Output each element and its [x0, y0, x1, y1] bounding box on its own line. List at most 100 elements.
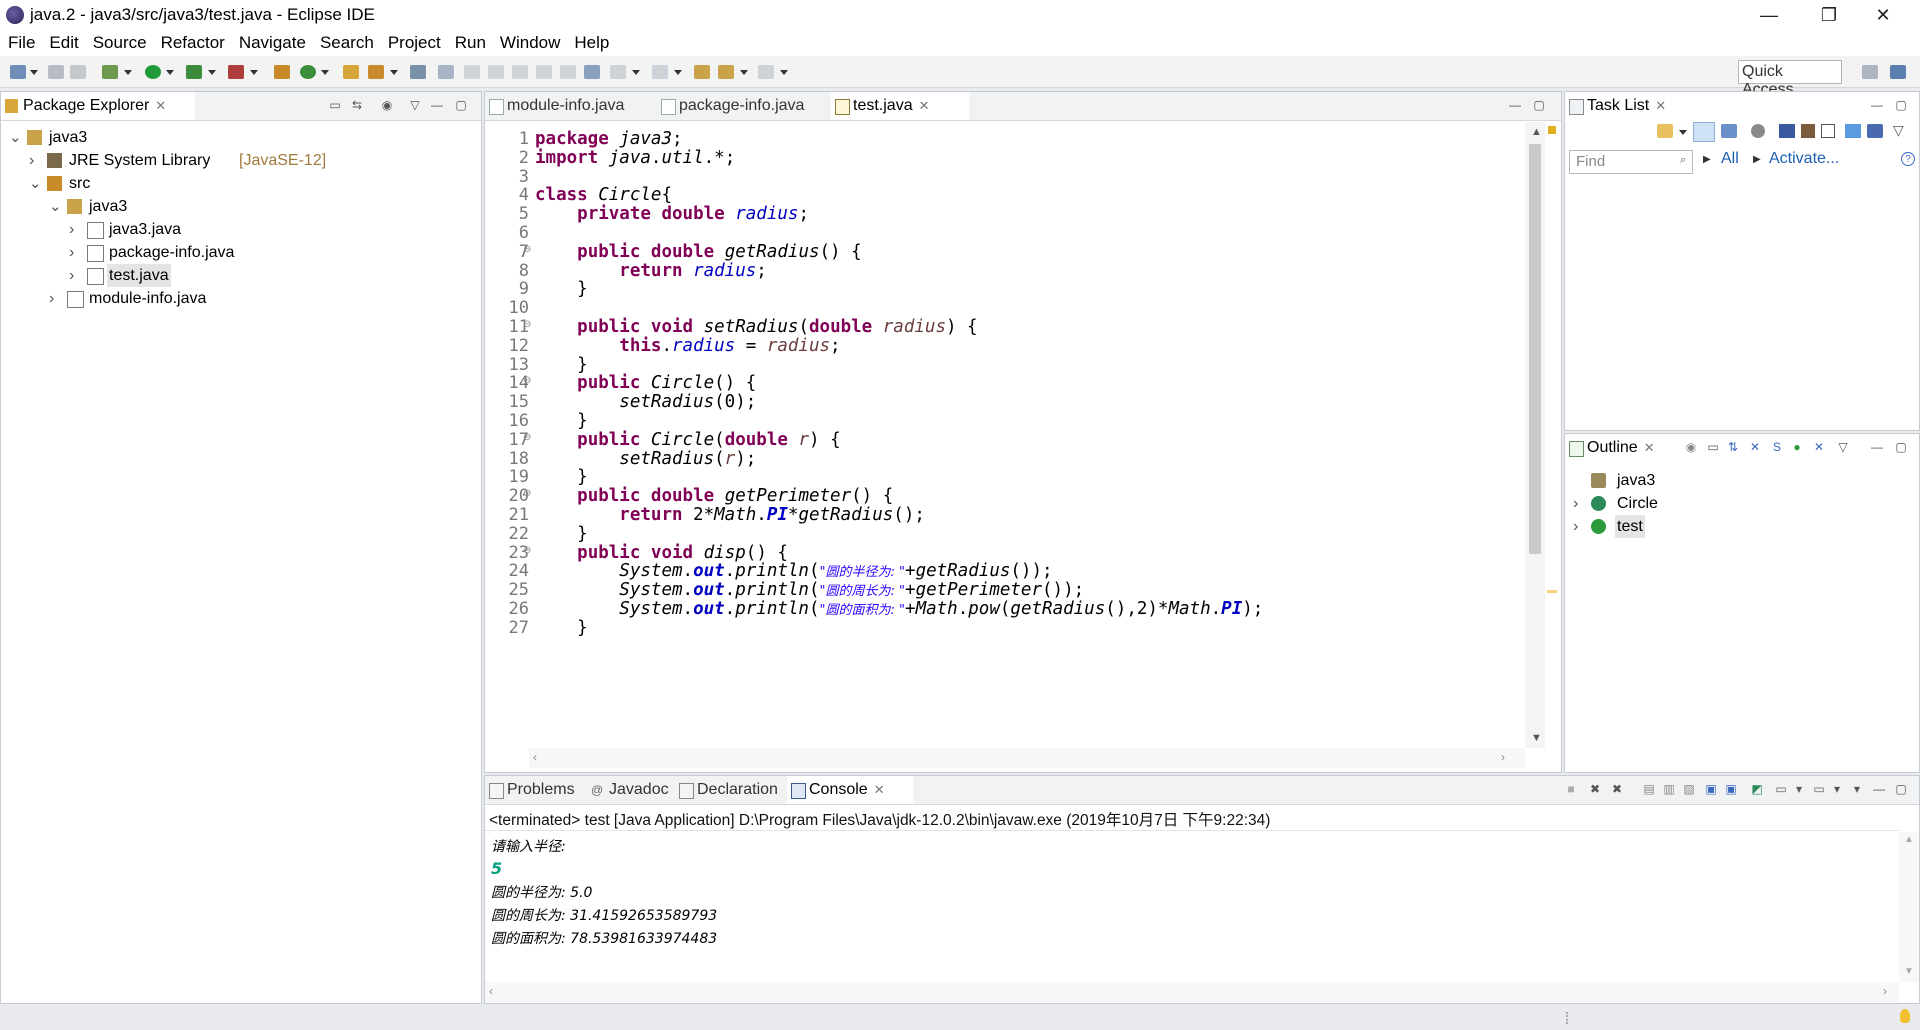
java-perspective-icon[interactable]: [1890, 65, 1906, 79]
occurrence-marker[interactable]: [1547, 590, 1557, 593]
close-button[interactable]: ✕: [1860, 0, 1906, 30]
close-icon[interactable]: ✕: [1655, 98, 1666, 113]
new-class-dropdown-icon[interactable]: [321, 70, 329, 75]
sort-icon[interactable]: ⇅: [1727, 441, 1739, 453]
tab-package-explorer[interactable]: Package Explorer ✕: [1, 92, 195, 120]
code-line[interactable]: public double getPerimeter() {: [535, 487, 893, 506]
show-stderr-icon[interactable]: ▣: [1725, 783, 1737, 795]
code-line[interactable]: }: [535, 280, 588, 299]
new-icon[interactable]: [10, 65, 26, 79]
code-line[interactable]: public Circle(double r) {: [535, 430, 840, 450]
external-tools-icon[interactable]: [228, 65, 244, 79]
pilcrow-icon[interactable]: [560, 65, 576, 79]
hide-local-types-icon[interactable]: ✕: [1813, 441, 1825, 453]
menu-help[interactable]: Help: [574, 33, 609, 53]
focus-icon[interactable]: ◉: [381, 99, 393, 111]
minimize-view-icon[interactable]: —: [1509, 99, 1521, 111]
chevron-right-icon[interactable]: ›: [69, 218, 81, 241]
quick-access-field[interactable]: Quick Access: [1738, 60, 1842, 98]
chevron-right-icon[interactable]: ›: [69, 264, 81, 287]
next-edit-dropdown-icon[interactable]: [632, 70, 640, 75]
focus-icon[interactable]: ◉: [1685, 441, 1697, 453]
chevron-right-icon[interactable]: ›: [29, 149, 41, 172]
editor-horizontal-scrollbar[interactable]: ‹ ›: [529, 748, 1525, 768]
menu-window[interactable]: Window: [500, 33, 560, 53]
minimize-view-icon[interactable]: —: [431, 99, 443, 111]
tab-package-info[interactable]: package-info.java: [657, 92, 849, 120]
next-annotation-icon[interactable]: [464, 65, 480, 79]
fold-icon[interactable]: ⊖: [523, 244, 531, 255]
code-line[interactable]: package java3;: [535, 130, 683, 149]
menu-navigate[interactable]: Navigate: [239, 33, 306, 53]
collapse-all-icon[interactable]: ▭: [329, 99, 341, 111]
pin-console-icon[interactable]: ◩: [1751, 783, 1763, 795]
search-tool-icon[interactable]: [368, 65, 384, 79]
scroll-right-icon[interactable]: ›: [1883, 984, 1887, 998]
code-line[interactable]: public double getRadius() {: [535, 242, 862, 262]
hide-completed-icon[interactable]: [1779, 124, 1795, 138]
chevron-right-icon[interactable]: ›: [1573, 492, 1585, 515]
menu-edit[interactable]: Edit: [49, 33, 78, 53]
menu-source[interactable]: Source: [93, 33, 147, 53]
view-menu-icon[interactable]: ▽: [1837, 441, 1849, 453]
menu-run[interactable]: Run: [455, 33, 486, 53]
console-output[interactable]: 请输入半径: 5 圆的半径为: 5.0 圆的周长为: 31.4159265358979…: [485, 832, 1899, 982]
scroll-thumb[interactable]: [1529, 144, 1541, 554]
terminate-icon[interactable]: ■: [1565, 783, 1577, 795]
close-icon[interactable]: ✕: [1644, 440, 1655, 455]
maximize-view-icon[interactable]: ▢: [455, 99, 467, 111]
close-icon[interactable]: ✕: [919, 98, 930, 113]
code-line[interactable]: System.out.println("圆的面积为: "+Math.pow(ge…: [535, 600, 1263, 619]
new-class-icon[interactable]: [300, 65, 316, 79]
word-wrap-icon[interactable]: [584, 65, 600, 79]
code-line[interactable]: this.radius = radius;: [535, 336, 840, 356]
code-line[interactable]: return radius;: [535, 261, 767, 281]
back-dropdown-icon[interactable]: [740, 70, 748, 75]
coverage-icon[interactable]: [186, 65, 202, 79]
collapse-all-icon[interactable]: ▭: [1707, 441, 1719, 453]
minimize-view-icon[interactable]: —: [1871, 441, 1883, 453]
fold-icon[interactable]: ⊖: [523, 375, 531, 386]
code-line[interactable]: }: [535, 618, 588, 638]
code-line[interactable]: System.out.println("圆的周长为: "+getPerimete…: [535, 581, 1084, 600]
hide-fields-icon[interactable]: ✕: [1749, 441, 1761, 453]
close-icon[interactable]: ✕: [155, 98, 166, 113]
code-line[interactable]: public void disp() {: [535, 543, 788, 563]
display-console-dropdown-icon[interactable]: ▾: [1793, 783, 1805, 795]
prev-edit-dropdown-icon[interactable]: [674, 70, 682, 75]
view-menu-icon[interactable]: ▽: [409, 99, 421, 111]
toggle-mark-icon[interactable]: [438, 65, 454, 79]
open-console-dropdown-icon[interactable]: ▾: [1831, 783, 1843, 795]
code-line[interactable]: }: [535, 412, 588, 431]
open-perspective-icon[interactable]: [1862, 65, 1878, 79]
scroll-left-icon[interactable]: ‹: [489, 984, 493, 998]
minimize-button[interactable]: —: [1746, 0, 1792, 30]
warning-marker-icon[interactable]: [1548, 126, 1556, 134]
chevron-down-icon[interactable]: ⌄: [49, 195, 62, 218]
menu-search[interactable]: Search: [320, 33, 374, 53]
show-stdout-icon[interactable]: ▣: [1705, 783, 1717, 795]
synchronize-icon[interactable]: [1845, 124, 1861, 138]
new-dropdown-icon[interactable]: [30, 70, 38, 75]
task-find-field[interactable]: Find ⌕: [1569, 150, 1693, 174]
save-icon[interactable]: [48, 65, 64, 79]
scroll-down-icon[interactable]: ▼: [1531, 732, 1542, 744]
code-line[interactable]: }: [535, 355, 588, 375]
new-task-dropdown-icon[interactable]: [1679, 130, 1687, 135]
code-line[interactable]: setRadius(r);: [535, 449, 756, 469]
clear-console-icon[interactable]: ▤: [1643, 783, 1655, 795]
chevron-right-icon[interactable]: ›: [69, 241, 81, 264]
search-dropdown-icon[interactable]: [390, 70, 398, 75]
restore-button[interactable]: ❐: [1806, 0, 1852, 30]
minimize-view-icon[interactable]: —: [1873, 783, 1885, 795]
maximize-view-icon[interactable]: ▢: [1895, 441, 1907, 453]
show-whitespace-icon[interactable]: [512, 65, 528, 79]
focus-workweek-icon[interactable]: [1751, 124, 1765, 138]
coverage-dropdown-icon[interactable]: [208, 70, 216, 75]
tab-console[interactable]: Console ✕: [787, 776, 913, 804]
new-java-project-icon[interactable]: [274, 65, 290, 79]
open-console-icon[interactable]: ▭: [1813, 783, 1825, 795]
maximize-view-icon[interactable]: ▢: [1895, 783, 1907, 795]
scheduled-icon[interactable]: [1721, 124, 1737, 138]
hide-nonpublic-icon[interactable]: ●: [1791, 441, 1803, 453]
